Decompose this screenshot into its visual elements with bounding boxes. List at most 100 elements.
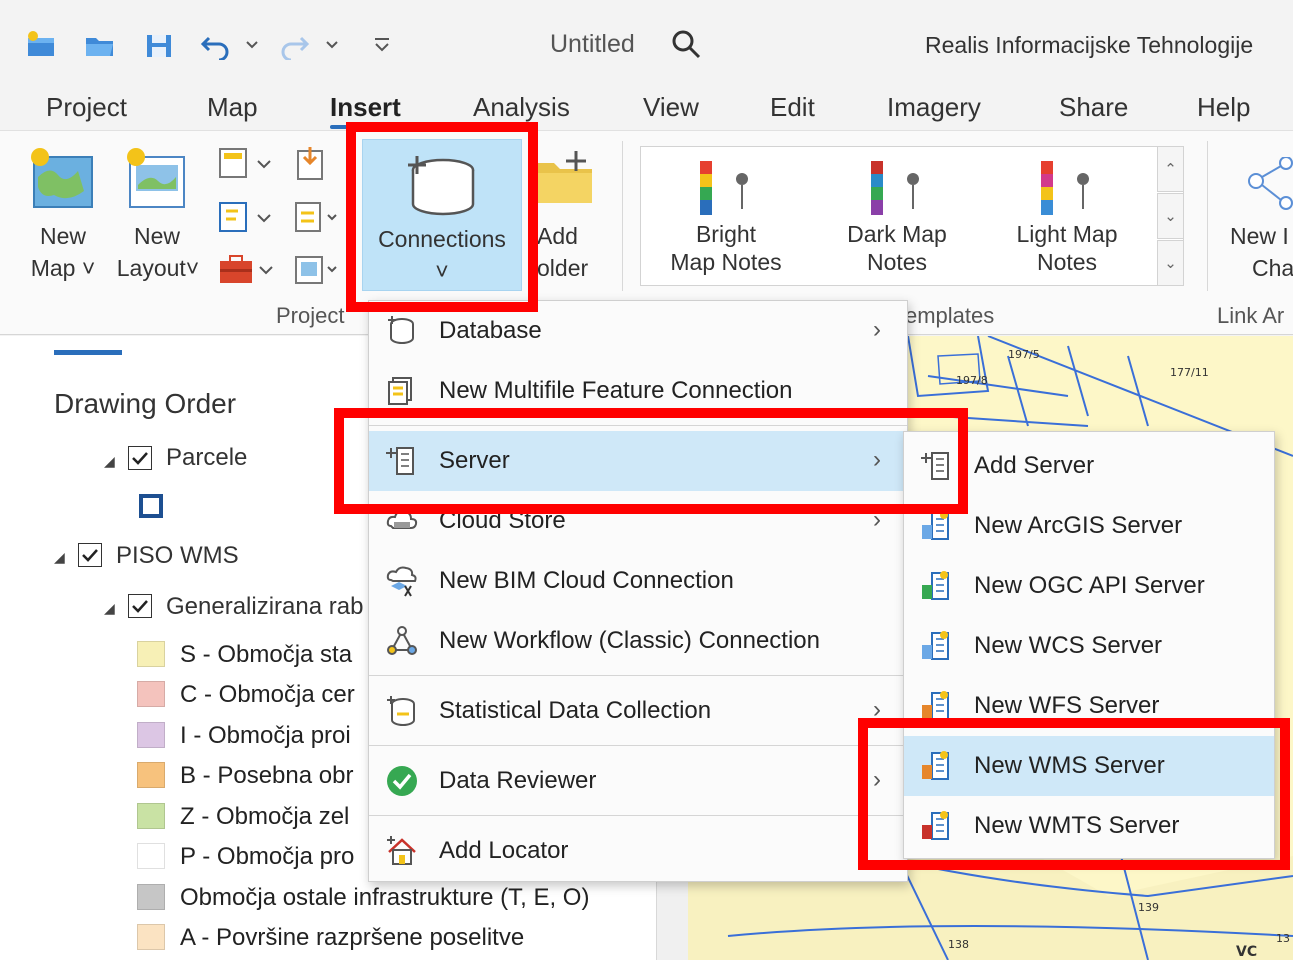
menu-item-cloud-store[interactable]: Cloud Store › (369, 491, 907, 551)
parcele-checkbox[interactable] (128, 446, 152, 470)
menu-item-server[interactable]: Server › (369, 431, 907, 491)
menu-item-label: New Workflow (Classic) Connection (439, 627, 820, 654)
add-folder-icon[interactable] (530, 149, 600, 214)
menu-item-new-wmts-server[interactable]: New WMTS Server (904, 796, 1274, 856)
parcel-label: 13 (1276, 932, 1290, 945)
light-map-notes-label-1[interactable]: Light Map (987, 219, 1147, 250)
new-project-icon[interactable] (22, 28, 62, 62)
tab-edit[interactable]: Edit (770, 92, 815, 123)
parcel-label: 197/5 (1008, 348, 1040, 361)
menu-item-add-server[interactable]: Add Server (904, 436, 1274, 496)
tab-insert[interactable]: Insert (330, 92, 401, 129)
legend-swatch (137, 884, 165, 910)
connections-icon (408, 156, 475, 216)
menu-item-new-wcs-server[interactable]: New WCS Server (904, 616, 1274, 676)
redo-icon[interactable] (276, 28, 312, 62)
menu-item-new-workflow-connection[interactable]: New Workflow (Classic) Connection (369, 611, 907, 671)
import-icon[interactable] (292, 145, 330, 188)
drawing-order-title: Drawing Order (54, 388, 237, 419)
gallery-scroll-down-icon[interactable]: ⌄ (1157, 193, 1184, 239)
ogc-api-server-icon (922, 571, 949, 600)
new-link-chart-label-1[interactable]: New I (1230, 221, 1289, 252)
generalizirana-checkbox[interactable] (128, 594, 152, 618)
new-layout-icon[interactable] (122, 147, 190, 216)
new-report-icon[interactable] (218, 145, 278, 188)
bright-map-notes-label-1[interactable]: Bright (646, 219, 806, 250)
add-locator-icon (387, 836, 416, 865)
ribbon-separator (622, 141, 623, 291)
add-server-icon (921, 452, 949, 480)
customize-toolbar-icon[interactable] (370, 28, 394, 62)
layer-template-gallery: Bright Map Notes Dark Map Notes Light Ma… (640, 146, 1184, 286)
gallery-scroll-up-icon[interactable]: ⌃ (1157, 146, 1184, 192)
redo-dropdown-icon[interactable] (322, 28, 342, 62)
undo-dropdown-icon[interactable] (242, 28, 262, 62)
connections-menu: Database › New Multifile Feature Connect… (368, 300, 908, 882)
tab-view[interactable]: View (643, 92, 699, 123)
bright-map-notes-label-2[interactable]: Map Notes (646, 247, 806, 278)
dark-map-notes-icon (867, 157, 927, 226)
piso-wms-checkbox[interactable] (78, 543, 102, 567)
new-link-chart-label-2[interactable]: Cha (1252, 253, 1293, 284)
add-folder-label-2: older (537, 255, 589, 281)
save-project-icon[interactable] (140, 28, 180, 62)
new-layout-button[interactable]: Layout˅ (112, 253, 204, 284)
menu-item-data-reviewer[interactable]: Data Reviewer › (369, 751, 907, 811)
parcele-symbol (139, 494, 163, 518)
layout-file-icon[interactable] (292, 253, 342, 292)
expand-caret-icon[interactable]: ◢ (104, 600, 115, 617)
task-icon[interactable] (292, 199, 342, 242)
toolbox-icon[interactable] (218, 253, 278, 292)
menu-item-new-arcgis-server[interactable]: New ArcGIS Server (904, 496, 1274, 556)
link-chart-icon[interactable] (1246, 156, 1293, 222)
light-map-notes-label-2[interactable]: Notes (987, 247, 1147, 278)
menu-item-database[interactable]: Database › (369, 301, 907, 361)
connections-button[interactable]: Connections ˅ (362, 139, 522, 291)
link-group-label: Link Ar (1217, 303, 1285, 328)
menu-item-label: Database (439, 317, 542, 344)
new-map-icon[interactable] (28, 147, 96, 216)
gallery-expand-icon[interactable]: ⌄ (1157, 240, 1184, 286)
new-map-button[interactable]: Map ˅ (24, 253, 102, 284)
parcel-label: 138 (948, 938, 969, 951)
tab-map[interactable]: Map (207, 92, 258, 123)
tab-analysis[interactable]: Analysis (473, 92, 570, 123)
layer-name[interactable]: Parcele (166, 444, 247, 472)
dark-map-notes-label-1[interactable]: Dark Map (817, 219, 977, 250)
tab-share[interactable]: Share (1059, 92, 1128, 123)
parcel-label: 139 (1138, 901, 1159, 914)
new-notebook-icon[interactable] (218, 199, 278, 242)
menu-item-new-wfs-server[interactable]: New WFS Server (904, 676, 1274, 736)
tab-help[interactable]: Help (1197, 92, 1250, 123)
menu-item-new-wms-server[interactable]: New WMS Server (904, 736, 1274, 796)
legend-label: P - Območja pro (180, 843, 355, 870)
layer-name[interactable]: Generalizirana rab (166, 593, 363, 621)
undo-icon[interactable] (198, 28, 234, 62)
expand-caret-icon[interactable]: ◢ (104, 453, 115, 470)
menu-item-label: Statistical Data Collection (439, 697, 712, 724)
menu-separator (369, 425, 907, 426)
parcel-label: 197/8 (956, 374, 988, 387)
menu-item-label: New WCS Server (974, 632, 1163, 659)
menu-item-statistical-data-collection[interactable]: Statistical Data Collection › (369, 681, 907, 741)
legend-label: A - Površine razpršene poselitve (180, 924, 525, 951)
menu-item-label: New WFS Server (974, 692, 1160, 719)
layer-name[interactable]: PISO WMS (116, 542, 239, 570)
menu-item-label: New Multifile Feature Connection (439, 377, 793, 404)
ribbon-tabs: Project Map Insert Analysis View Edit Im… (0, 88, 1293, 130)
menu-item-new-bim-cloud-connection[interactable]: New BIM Cloud Connection (369, 551, 907, 611)
expand-caret-icon[interactable]: ◢ (54, 549, 65, 566)
menu-item-add-locator[interactable]: Add Locator (369, 821, 907, 881)
dark-map-notes-label-2[interactable]: Notes (817, 247, 977, 278)
bim-cloud-icon (386, 566, 417, 597)
menu-separator (369, 675, 907, 676)
menu-item-new-ogc-api-server[interactable]: New OGC API Server (904, 556, 1274, 616)
tab-project[interactable]: Project (46, 92, 127, 123)
search-icon[interactable] (670, 28, 702, 65)
menu-item-label: New WMTS Server (974, 812, 1180, 839)
submenu-arrow-icon: › (873, 696, 881, 723)
pane-tab-indicator (54, 350, 122, 355)
tab-imagery[interactable]: Imagery (887, 92, 981, 123)
open-project-icon[interactable] (80, 28, 120, 62)
menu-item-new-multifile-feature-connection[interactable]: New Multifile Feature Connection (369, 361, 907, 421)
